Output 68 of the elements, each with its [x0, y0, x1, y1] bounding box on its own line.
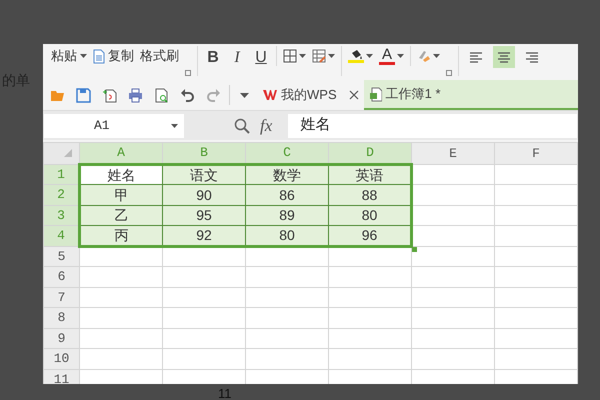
- zoom-icon[interactable]: [234, 118, 250, 134]
- save-icon: [76, 88, 90, 102]
- table-cell[interactable]: 88: [328, 184, 412, 205]
- column-header[interactable]: E: [412, 142, 494, 164]
- table-cell[interactable]: 86: [246, 184, 328, 205]
- dialog-launcher-icon[interactable]: [185, 70, 191, 76]
- function-button[interactable]: fx: [260, 112, 272, 138]
- column-header[interactable]: F: [494, 142, 578, 164]
- table-cell[interactable]: 96: [328, 226, 412, 246]
- document-icon: [102, 88, 116, 102]
- align-center-button[interactable]: [493, 46, 515, 68]
- align-center-icon: [497, 50, 511, 64]
- redo-icon: [206, 88, 220, 102]
- table-brush-icon: [312, 49, 326, 63]
- row-header[interactable]: 8: [44, 308, 80, 328]
- italic-button[interactable]: I: [228, 46, 246, 66]
- dialog-launcher-icon[interactable]: [446, 70, 452, 76]
- caret-icon: [240, 92, 248, 98]
- row-header[interactable]: 6: [44, 266, 80, 287]
- eraser-icon: [417, 49, 431, 63]
- document-tab[interactable]: 我的WPS: [258, 80, 364, 110]
- table-cell[interactable]: 92: [162, 226, 246, 246]
- name-box[interactable]: A1: [44, 114, 184, 138]
- row-header[interactable]: 11: [44, 369, 80, 384]
- document-tab[interactable]: 工作簿1 *: [364, 80, 578, 110]
- caret-icon: [397, 54, 404, 58]
- document-icon: [93, 48, 105, 64]
- caret-icon: [80, 54, 87, 58]
- table-cell[interactable]: 姓名: [80, 164, 162, 184]
- paste-button[interactable]: 粘贴: [51, 46, 87, 66]
- table-cell[interactable]: 英语: [328, 164, 412, 184]
- table-cell[interactable]: 丙: [80, 226, 162, 246]
- align-left-icon: [469, 50, 483, 64]
- print-preview-icon: [154, 88, 168, 102]
- row-header[interactable]: 10: [44, 348, 80, 369]
- table-cell[interactable]: 乙: [80, 205, 162, 226]
- bold-button[interactable]: B: [204, 46, 222, 66]
- w-logo-icon: [263, 89, 277, 101]
- formula-field[interactable]: 姓名: [288, 114, 577, 138]
- table-cell[interactable]: 语文: [162, 164, 246, 184]
- background-text: 11: [218, 385, 232, 400]
- grid-icon: [283, 49, 297, 63]
- font-color-button[interactable]: A: [379, 46, 404, 66]
- underline-button[interactable]: U: [252, 46, 270, 66]
- undo-icon: [180, 88, 194, 102]
- caret-icon: [171, 124, 178, 128]
- table-cell[interactable]: 数学: [246, 164, 328, 184]
- caret-icon: [366, 54, 373, 58]
- paint-bucket-icon: [349, 49, 363, 60]
- format-painter-button[interactable]: 格式刷: [140, 46, 179, 66]
- table-cell[interactable]: 80: [328, 205, 412, 226]
- table-cell[interactable]: 89: [246, 205, 328, 226]
- row-header[interactable]: 7: [44, 287, 80, 308]
- row-header[interactable]: 5: [44, 246, 80, 266]
- table-cell[interactable]: 95: [162, 205, 246, 226]
- row-header[interactable]: 9: [44, 328, 80, 348]
- table-cell[interactable]: 90: [162, 184, 246, 205]
- caret-icon: [299, 54, 306, 58]
- spreadsheet-file-icon: [368, 86, 382, 102]
- fill-handle[interactable]: [412, 246, 417, 252]
- copy-button[interactable]: 复制: [93, 46, 134, 66]
- close-icon[interactable]: [348, 90, 359, 100]
- printer-icon: [128, 88, 142, 102]
- table-cell[interactable]: 甲: [80, 184, 162, 205]
- align-right-icon: [525, 50, 539, 64]
- caret-icon: [328, 54, 335, 58]
- caret-icon: [433, 54, 440, 58]
- table-cell[interactable]: 80: [246, 226, 328, 246]
